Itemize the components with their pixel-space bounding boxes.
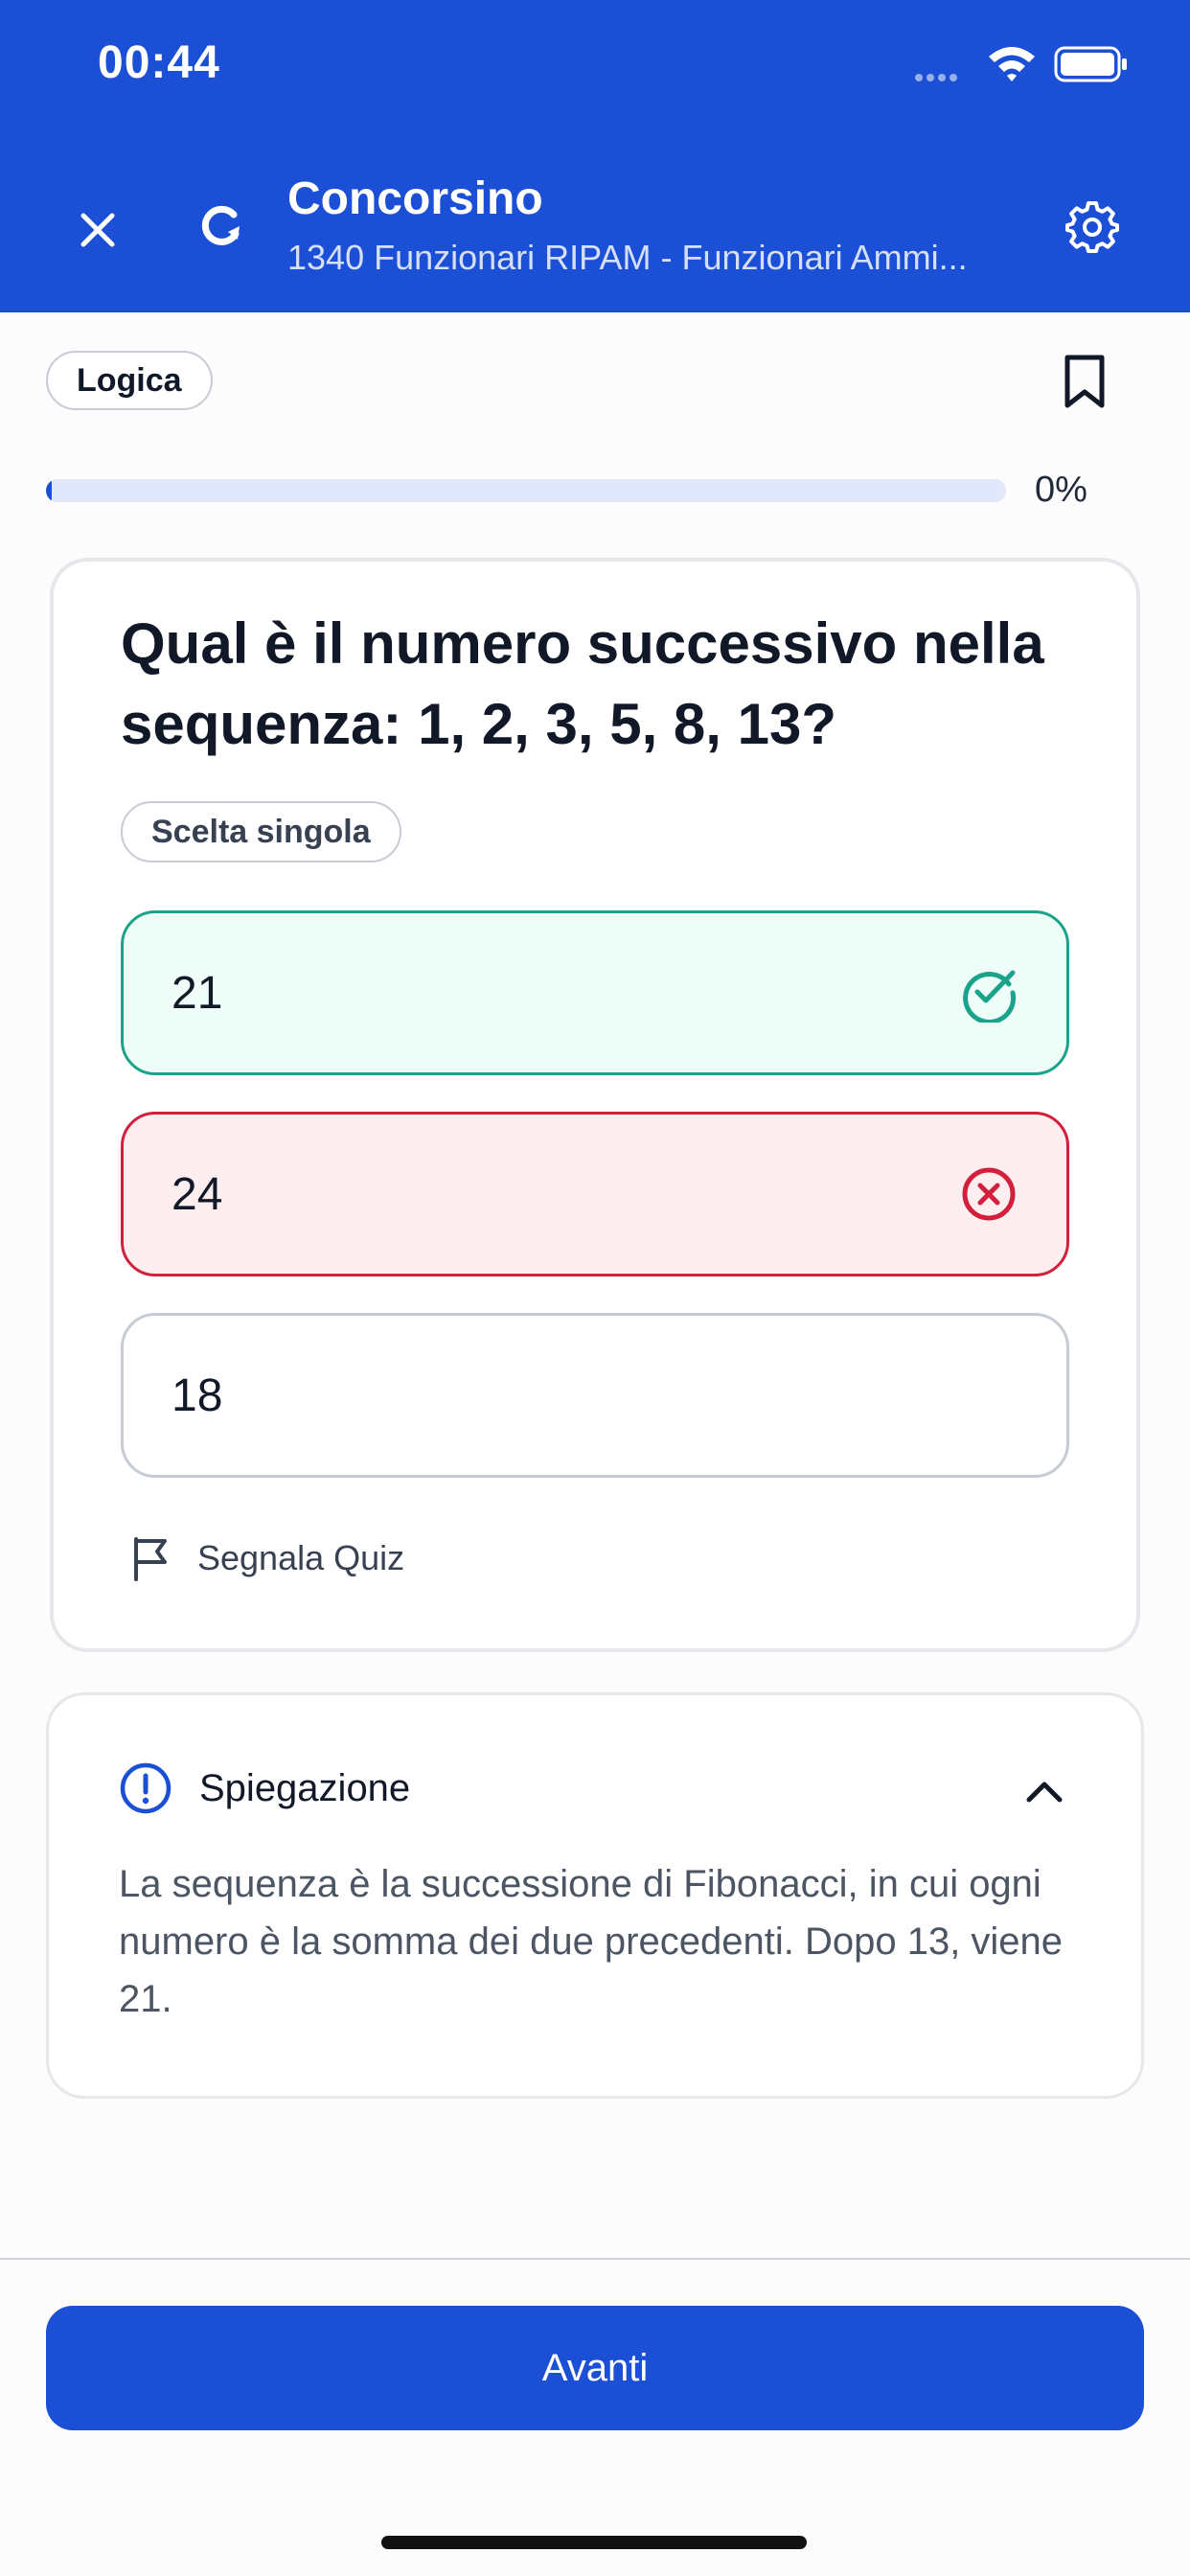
chevron-up-icon: [1026, 1782, 1063, 1803]
explanation-header[interactable]: Spiegazione: [119, 1761, 410, 1815]
battery-icon: [1054, 46, 1129, 82]
question-text: Qual è il numero successivo nella sequen…: [121, 611, 1044, 756]
bookmark-icon: [1064, 355, 1105, 408]
close-button[interactable]: [59, 192, 136, 268]
footer-divider: [0, 2258, 1190, 2260]
home-indicator: [381, 2536, 807, 2549]
answer-option-correct[interactable]: 21: [121, 910, 1069, 1075]
refresh-button[interactable]: [182, 188, 259, 264]
gear-icon: [1065, 201, 1119, 253]
app-title: Concorsino: [287, 173, 543, 224]
report-quiz-button[interactable]: Segnala Quiz: [130, 1535, 404, 1581]
next-button[interactable]: Avanti: [46, 2306, 1144, 2430]
explanation-title: Spiegazione: [199, 1766, 411, 1809]
refresh-icon: [201, 205, 240, 245]
option-label: 21: [172, 967, 223, 1019]
signal-dots-icon: [915, 69, 961, 86]
wifi-icon: [985, 43, 1039, 83]
exam-subtitle: 1340 Funzionari RIPAM - Funzionari Ammi.…: [287, 238, 968, 277]
bookmark-button[interactable]: [1062, 349, 1108, 416]
flag-icon: [134, 1537, 167, 1581]
collapse-explanation-button[interactable]: [1016, 1769, 1073, 1815]
explanation-text: La sequenza è la successione di Fibonacc…: [119, 1863, 1064, 2020]
progress-percent: 0%: [1035, 470, 1087, 510]
question-type-chip: Scelta singola: [121, 801, 401, 862]
answer-option[interactable]: 18: [121, 1313, 1069, 1478]
settings-button[interactable]: [1054, 188, 1131, 264]
report-quiz-label: Segnala Quiz: [197, 1538, 405, 1577]
alert-circle-icon: [120, 1762, 172, 1814]
check-circle-icon: [963, 970, 1017, 1023]
close-icon: [80, 213, 115, 247]
x-circle-icon: [962, 1167, 1016, 1221]
category-chip: Logica: [46, 351, 213, 410]
progress-fill: [46, 479, 52, 502]
option-label: 18: [172, 1369, 223, 1421]
answer-option-wrong[interactable]: 24: [121, 1112, 1069, 1276]
progress-bar: [46, 479, 1006, 502]
status-time: 00:44: [98, 37, 220, 88]
option-label: 24: [172, 1168, 223, 1220]
